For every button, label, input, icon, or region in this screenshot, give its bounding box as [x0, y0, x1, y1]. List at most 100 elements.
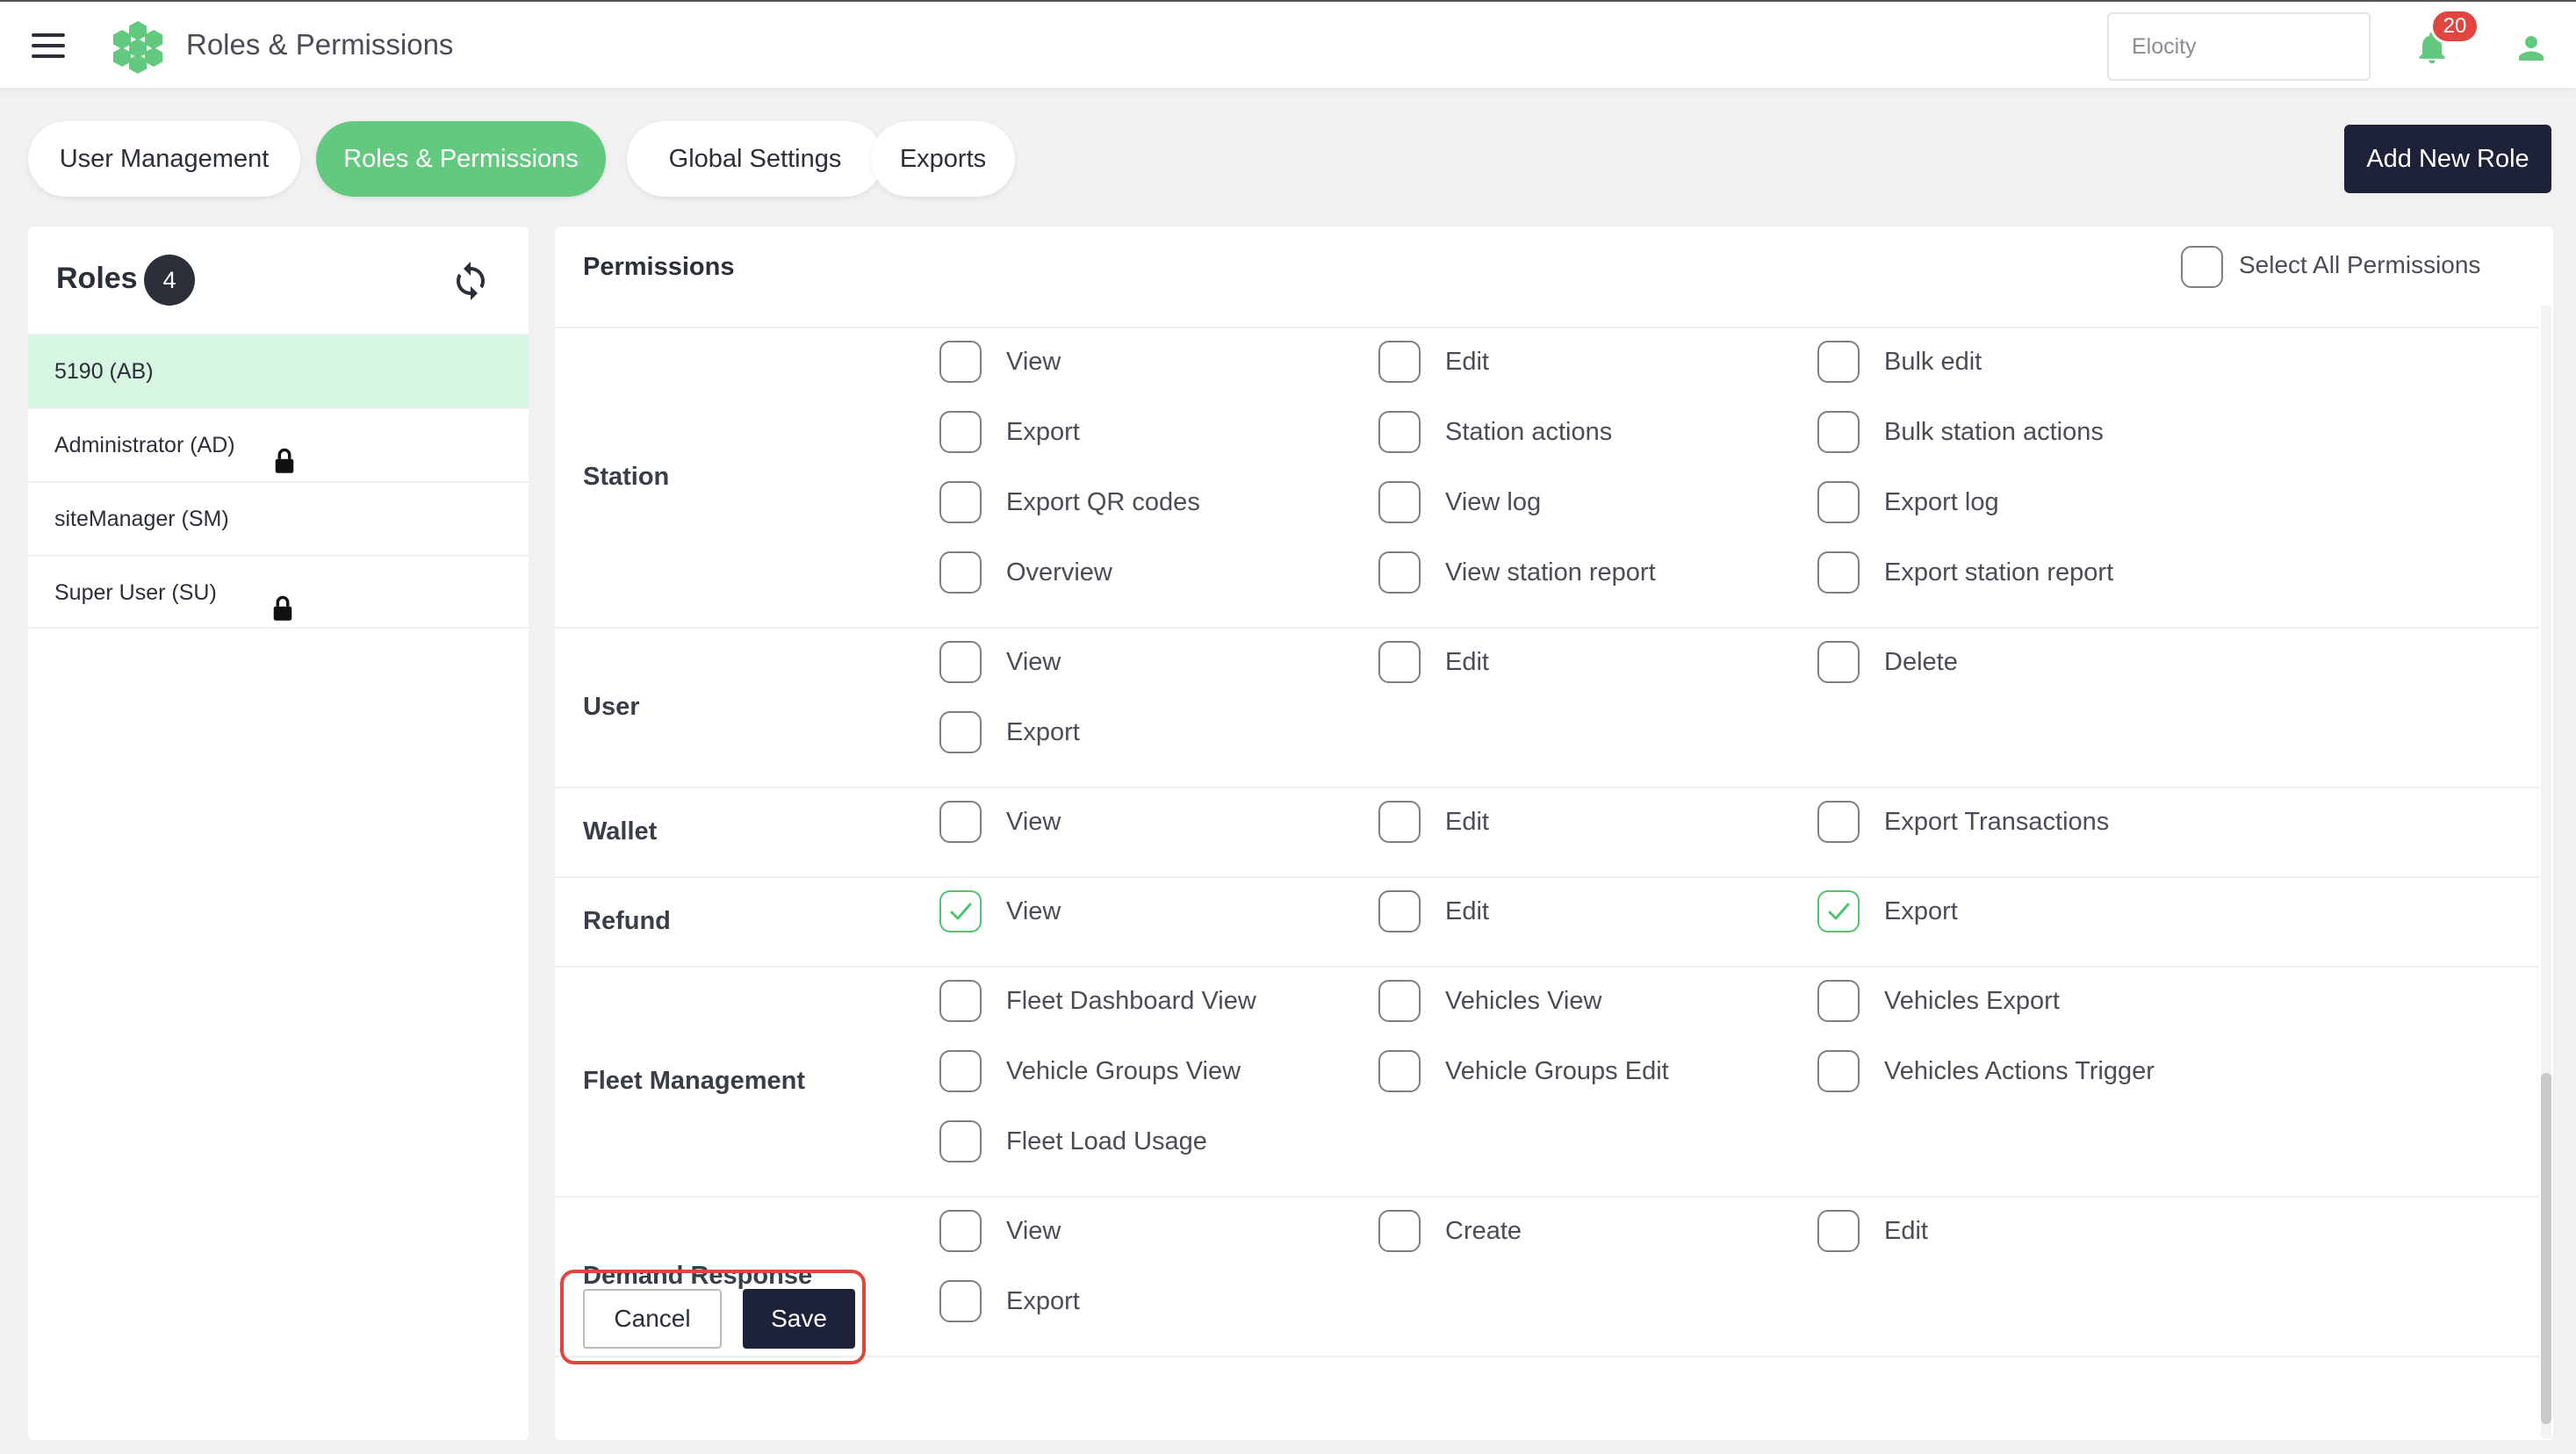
permission-label: Export Transactions [1884, 808, 2110, 836]
role-label: 5190 (AB) [54, 359, 154, 384]
tab-global-settings[interactable]: Global Settings [627, 121, 883, 197]
permission-label: Vehicles Export [1884, 987, 2060, 1015]
role-item[interactable]: Super User (SU) [28, 555, 529, 629]
permission-label: View station report [1445, 558, 1656, 587]
section-name: Refund [583, 907, 671, 935]
permission-checkbox[interactable] [1378, 980, 1421, 1022]
section-name: Fleet Management [583, 1067, 805, 1095]
permission-label: Fleet Load Usage [1006, 1127, 1207, 1155]
logo-icon [113, 21, 162, 74]
permission-label: Station actions [1445, 418, 1613, 446]
permission-label: Export station report [1884, 558, 2114, 587]
top-bar: Roles & Permissions Elocity 20 [0, 0, 2576, 88]
role-label: siteManager (SM) [54, 507, 229, 531]
permission-checkbox[interactable] [939, 711, 982, 753]
permission-checkbox[interactable] [1378, 641, 1421, 683]
permission-checkbox[interactable] [1378, 890, 1421, 932]
permission-checkbox[interactable] [939, 481, 982, 523]
role-item[interactable]: Administrator (AD) [28, 407, 529, 481]
permission-checkbox[interactable] [939, 1280, 982, 1322]
tab-exports[interactable]: Exports [871, 121, 1015, 197]
role-label: Super User (SU) [54, 580, 217, 605]
section-name: Wallet [583, 817, 658, 846]
permission-label: Export [1006, 718, 1080, 746]
permission-checkbox[interactable] [939, 341, 982, 383]
permission-checkbox[interactable] [939, 980, 982, 1022]
permission-label: Edit [1445, 808, 1489, 836]
permission-label: Bulk edit [1884, 348, 1982, 376]
permission-checkbox[interactable] [1817, 341, 1860, 383]
permission-checkbox[interactable] [1378, 1050, 1421, 1092]
scrollbar-thumb[interactable] [2541, 1073, 2551, 1424]
permission-label: Edit [1445, 648, 1489, 676]
permission-label: Export [1884, 897, 1958, 925]
permission-checkbox[interactable] [1817, 551, 1860, 594]
cancel-button[interactable]: Cancel [583, 1289, 722, 1349]
permission-section-refund: Refund View Edit Export [555, 878, 2539, 968]
permissions-panel: Permissions Select All Permissions View … [555, 227, 2553, 1440]
permission-label: Bulk station actions [1884, 418, 2104, 446]
permission-checkbox[interactable] [1817, 890, 1860, 932]
permission-checkbox[interactable] [1378, 481, 1421, 523]
permission-checkbox[interactable] [1817, 801, 1860, 843]
permission-label: View [1006, 348, 1061, 376]
permission-section-user: User View Edit Delete Export [555, 629, 2539, 788]
permission-checkbox[interactable] [1817, 411, 1860, 453]
permission-label: Overview [1006, 558, 1112, 587]
page-title: Roles & Permissions [186, 28, 454, 61]
tab-user-management[interactable]: User Management [28, 121, 300, 197]
refresh-icon[interactable] [450, 260, 492, 302]
section-name: User [583, 693, 640, 721]
permission-checkbox[interactable] [939, 411, 982, 453]
permission-checkbox[interactable] [939, 641, 982, 683]
permission-label: Edit [1445, 348, 1489, 376]
permission-label: View [1006, 808, 1061, 836]
permission-checkbox[interactable] [1817, 1050, 1860, 1092]
permission-checkbox[interactable] [939, 1050, 982, 1092]
permission-label: View log [1445, 488, 1542, 516]
role-label: Administrator (AD) [54, 433, 235, 457]
add-new-role-button[interactable]: Add New Role [2344, 125, 2551, 193]
menu-icon[interactable] [32, 33, 65, 58]
permissions-title: Permissions [583, 253, 735, 281]
permission-checkbox[interactable] [1378, 411, 1421, 453]
select-all-checkbox[interactable] [2181, 246, 2223, 288]
role-item[interactable]: siteManager (SM) [28, 481, 529, 555]
permission-checkbox[interactable] [1817, 980, 1860, 1022]
tenant-select[interactable]: Elocity [2107, 12, 2371, 81]
permission-label: Edit [1445, 897, 1489, 925]
permission-checkbox[interactable] [939, 1120, 982, 1162]
permission-label: Vehicles View [1445, 987, 1602, 1015]
permission-checkbox[interactable] [939, 1210, 982, 1252]
permission-label: Export QR codes [1006, 488, 1200, 516]
section-name: Station [583, 463, 670, 491]
select-all-label: Select All Permissions [2239, 251, 2481, 278]
permission-checkbox[interactable] [1378, 341, 1421, 383]
permission-label: View [1006, 897, 1061, 925]
roles-list-divider [28, 627, 529, 629]
user-icon[interactable] [2513, 30, 2550, 67]
permission-label: View [1006, 1217, 1061, 1245]
permission-section-item: View reportDownload report [555, 306, 2539, 328]
permission-checkbox[interactable] [939, 801, 982, 843]
permission-label: Delete [1884, 648, 1958, 676]
roles-title: Roles [56, 262, 138, 295]
permission-checkbox[interactable] [1378, 1210, 1421, 1252]
save-button[interactable]: Save [743, 1289, 855, 1349]
tab-roles-permissions[interactable]: Roles & Permissions [316, 121, 606, 197]
permission-label: Vehicles Actions Trigger [1884, 1057, 2155, 1085]
roles-header: Roles 4 [28, 227, 529, 334]
permission-checkbox[interactable] [939, 551, 982, 594]
permission-checkbox[interactable] [1817, 481, 1860, 523]
permission-checkbox[interactable] [1817, 1210, 1860, 1252]
roles-count-badge: 4 [144, 255, 195, 306]
permission-checkbox[interactable] [1817, 641, 1860, 683]
permission-checkbox[interactable] [939, 890, 982, 932]
permission-checkbox[interactable] [1378, 801, 1421, 843]
permission-label: Edit [1884, 1217, 1928, 1245]
role-item[interactable]: 5190 (AB) [28, 334, 529, 407]
permission-label: Vehicle Groups Edit [1445, 1057, 1669, 1085]
permission-checkbox[interactable] [1378, 551, 1421, 594]
permission-label: Create [1445, 1217, 1522, 1245]
permission-section-station: Station View Edit Bulk edit Export Station ac… [555, 328, 2539, 629]
